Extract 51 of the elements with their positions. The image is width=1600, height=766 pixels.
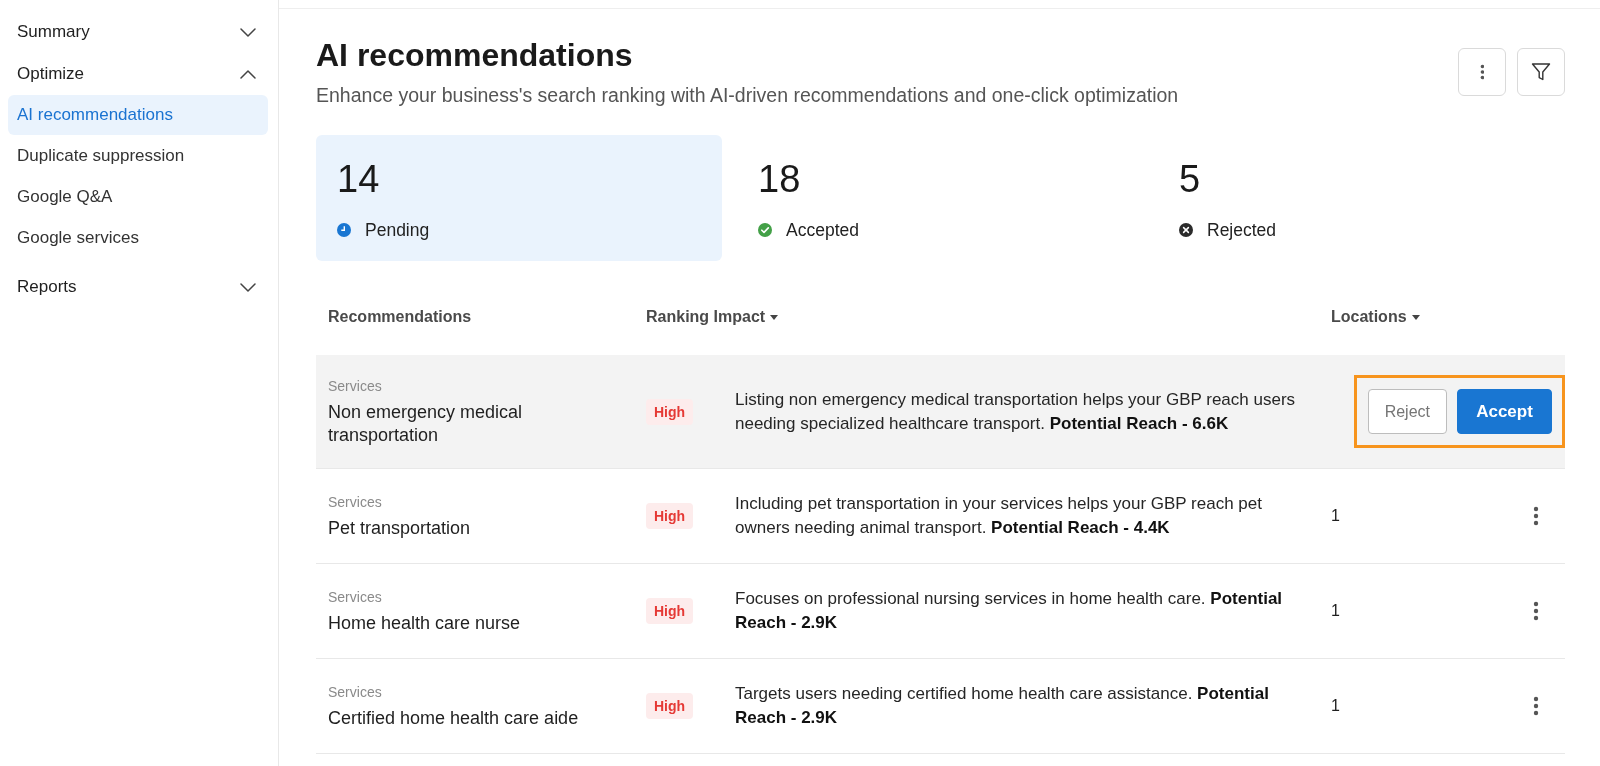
clock-icon [337,223,351,237]
stat-count: 5 [1179,157,1202,201]
sidebar-item[interactable]: Google services [8,218,268,258]
category-label: Services [328,587,382,606]
recommendation-name: Certified home health care aide [328,706,579,730]
more-icon [1533,696,1539,716]
impact-badge: High [646,503,694,529]
impact-badge: High [646,398,694,425]
sidebar-section[interactable]: Optimize [0,53,278,95]
sidebar-section[interactable]: Summary [0,11,278,53]
accept-button[interactable]: Accept [1457,389,1552,434]
locations-count: 1 [1331,506,1340,526]
recommendation-description: Including pet transportation in your services helps your GBP reach pet owners needing animal transport. Potential Reach - 4.4K [735,493,1263,539]
recommendation-name: Non emergency medical transportation [328,400,524,447]
stat-card[interactable]: 18 Accepted [737,135,1143,261]
column-header: Recommendations [328,307,472,327]
recommendation-description: Targets users needing certified home health care assistance. Potential Reach - 2.9K [735,683,1270,729]
recommendation-name: Pet transportation [328,516,471,540]
more-icon [1533,506,1539,526]
sidebar-section[interactable]: Reports [0,266,278,308]
recommendation-name: Home health care nurse [328,611,521,635]
page-subtitle: Enhance your business's search ranking with AI-driven recommendations and one-click optimization [316,83,1179,107]
stat-count: 18 [758,157,802,201]
stat-card[interactable]: 5 Rejected [1158,135,1564,261]
column-header[interactable]: Ranking Impact [646,307,779,327]
sidebar-item[interactable]: Google Q&A [8,177,268,217]
reject-button[interactable]: Reject [1367,389,1447,434]
category-label: Services [328,492,382,511]
page-title: AI recommendations [316,36,634,74]
stat-label: Rejected [1207,220,1277,240]
more-icon [1479,64,1485,80]
stat-label: Pending [365,220,430,240]
category-label: Services [328,376,382,395]
filter-icon [1531,62,1551,82]
check-circle-icon [758,223,772,237]
sidebar-item[interactable]: Duplicate suppression [8,136,268,176]
filter-button[interactable] [1517,48,1565,96]
locations-count: 1 [1331,696,1340,716]
recommendation-description: Listing non emergency medical transportation helps your GBP reach users needing specialized healthcare transport. Potential Reach - 6.6K [735,388,1297,435]
more-icon [1533,601,1539,621]
impact-badge: High [646,693,694,719]
stat-label: Accepted [786,220,859,240]
column-header[interactable]: Locations [1331,307,1420,327]
stat-card[interactable]: 14 Pending [316,135,722,261]
stat-count: 14 [337,157,381,201]
category-label: Services [328,682,382,701]
sidebar-item[interactable]: AI recommendations [8,95,268,135]
locations-count: 1 [1331,601,1340,621]
impact-badge: High [646,598,694,624]
x-circle-icon [1179,223,1193,237]
recommendation-description: Focuses on professional nursing services in home health care. Potential Reach - 2.9K [735,588,1284,634]
